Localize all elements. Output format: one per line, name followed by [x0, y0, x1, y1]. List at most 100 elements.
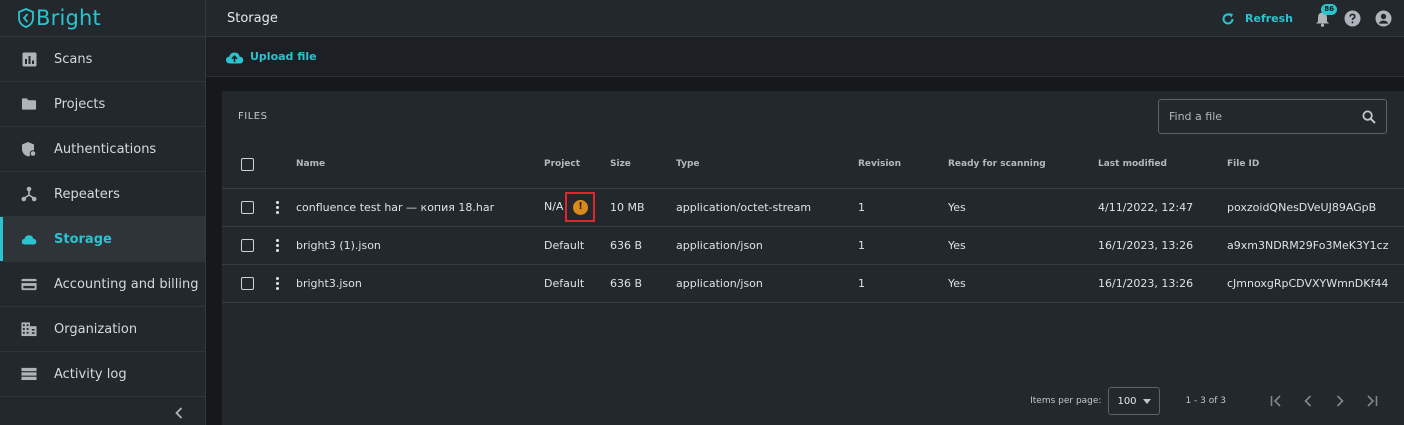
- column-header-last-modified[interactable]: Last modified: [1098, 141, 1227, 188]
- refresh-button[interactable]: Refresh: [1221, 12, 1293, 26]
- items-per-page-label: Items per page:: [1030, 396, 1102, 406]
- sidebar-item-projects[interactable]: Projects: [0, 82, 205, 127]
- files-panel: FILES Name Project Size Type Revision: [222, 91, 1404, 425]
- search-icon[interactable]: [1362, 110, 1376, 124]
- help-button[interactable]: [1344, 10, 1361, 27]
- select-all-checkbox[interactable]: [241, 157, 254, 171]
- column-header-project[interactable]: Project: [544, 141, 610, 188]
- file-ready: Yes: [948, 276, 966, 290]
- column-header-file-id[interactable]: File ID: [1227, 141, 1404, 188]
- brand[interactable]: Bright: [0, 0, 205, 37]
- shield-lock-icon: [21, 141, 37, 157]
- table-row[interactable]: bright3 (1).json Default 636 B applicati…: [222, 226, 1404, 264]
- pagination-range: 1 - 3 of 3: [1185, 396, 1226, 406]
- cloud-icon: [21, 231, 37, 247]
- cloud-upload-icon: [226, 52, 244, 63]
- list-icon: [21, 366, 37, 382]
- file-modified: 16/1/2023, 13:26: [1098, 238, 1194, 252]
- account-icon: [1375, 10, 1392, 27]
- next-page-button[interactable]: [1324, 395, 1356, 407]
- refresh-icon: [1222, 12, 1234, 24]
- row-menu-icon[interactable]: [272, 237, 283, 254]
- file-name: confluence test har — копия 18.har: [296, 200, 495, 214]
- column-header-name[interactable]: Name: [296, 141, 544, 188]
- project-warning-highlight[interactable]: !: [565, 192, 596, 222]
- brand-logo: Bright: [18, 5, 101, 30]
- file-project: Default: [544, 276, 585, 290]
- file-revision: 1: [858, 276, 865, 290]
- upload-file-label: Upload file: [250, 50, 317, 63]
- row-menu-icon[interactable]: [272, 275, 283, 292]
- sidebar-item-label: Scans: [54, 51, 93, 67]
- sidebar-item-label: Repeaters: [54, 186, 120, 202]
- sidebar-nav: Scans Projects Authentications Repeaters…: [0, 37, 205, 397]
- column-header-ready-for-scanning[interactable]: Ready for scanning: [948, 141, 1098, 188]
- row-checkbox[interactable]: [241, 276, 254, 290]
- credit-card-icon: [21, 276, 37, 292]
- sidebar-item-scans[interactable]: Scans: [0, 37, 205, 82]
- table-header-row: Name Project Size Type Revision Ready fo…: [222, 141, 1404, 188]
- building-icon: [21, 321, 37, 337]
- refresh-label: Refresh: [1245, 12, 1293, 25]
- sidebar-item-storage[interactable]: Storage: [0, 217, 205, 262]
- sidebar: Bright Scans Projects Authentications Re…: [0, 0, 206, 425]
- last-page-button[interactable]: [1356, 395, 1388, 407]
- sidebar-item-label: Storage: [54, 231, 112, 247]
- files-section-label: FILES: [238, 110, 268, 122]
- file-id: a9xm3NDRM29Fo3MeK3Y1cz: [1227, 238, 1389, 252]
- bar-chart-icon: [21, 51, 37, 67]
- file-size: 636 B: [610, 276, 643, 290]
- chevron-right-icon: [1336, 395, 1344, 407]
- previous-page-button[interactable]: [1292, 395, 1324, 407]
- file-modified: 16/1/2023, 13:26: [1098, 276, 1194, 290]
- page-title: Storage: [227, 10, 278, 26]
- sidebar-collapse-button[interactable]: [0, 400, 205, 425]
- row-checkbox[interactable]: [241, 200, 254, 214]
- help-icon: [1344, 10, 1361, 27]
- row-checkbox[interactable]: [241, 238, 254, 252]
- file-ready: Yes: [948, 200, 966, 214]
- folder-icon: [21, 96, 37, 112]
- file-project: N/A!: [544, 188, 610, 226]
- warning-icon: !: [572, 199, 588, 215]
- sidebar-item-repeaters[interactable]: Repeaters: [0, 172, 205, 217]
- sidebar-item-label: Activity log: [54, 366, 127, 382]
- notifications-button[interactable]: 86: [1315, 3, 1337, 27]
- caret-down-icon: [1143, 398, 1152, 404]
- sidebar-item-authentications[interactable]: Authentications: [0, 127, 205, 172]
- file-type: application/json: [676, 238, 763, 252]
- brand-name: Bright: [36, 5, 101, 30]
- file-ready: Yes: [948, 238, 966, 252]
- column-header-type[interactable]: Type: [676, 141, 858, 188]
- file-type: application/json: [676, 276, 763, 290]
- table-row[interactable]: bright3.json Default 636 B application/j…: [222, 264, 1404, 302]
- table-row[interactable]: confluence test har — копия 18.har N/A! …: [222, 188, 1404, 226]
- sidebar-item-activity-log[interactable]: Activity log: [0, 352, 205, 397]
- row-menu-icon[interactable]: [272, 199, 283, 216]
- files-panel-header: FILES: [222, 91, 1404, 141]
- first-page-button[interactable]: [1260, 395, 1292, 407]
- sidebar-item-accounting-and-billing[interactable]: Accounting and billing: [0, 262, 205, 307]
- column-header-revision[interactable]: Revision: [858, 141, 948, 188]
- items-per-page-select[interactable]: 100: [1108, 387, 1161, 415]
- chevron-left-icon: [175, 406, 183, 419]
- file-revision: 1: [858, 238, 865, 252]
- file-search: [1158, 99, 1387, 134]
- file-project-value: N/A: [544, 200, 564, 213]
- file-size: 10 MB: [610, 200, 645, 214]
- first-page-icon: [1270, 395, 1281, 407]
- upload-file-button[interactable]: Upload file: [225, 50, 317, 64]
- file-size: 636 B: [610, 238, 643, 252]
- column-header-size[interactable]: Size: [610, 141, 676, 188]
- chevron-left-icon: [1304, 395, 1312, 407]
- file-type: application/octet-stream: [676, 200, 812, 214]
- top-bar: Storage Refresh 86: [206, 0, 1404, 37]
- repeater-nodes-icon: [21, 186, 37, 202]
- account-button[interactable]: [1375, 10, 1392, 27]
- file-revision: 1: [858, 200, 865, 214]
- sidebar-item-label: Accounting and billing: [54, 276, 199, 292]
- file-project: Default: [544, 238, 585, 252]
- file-search-input[interactable]: [1169, 110, 1362, 123]
- top-actions: Refresh 86: [1221, 0, 1392, 37]
- sidebar-item-organization[interactable]: Organization: [0, 307, 205, 352]
